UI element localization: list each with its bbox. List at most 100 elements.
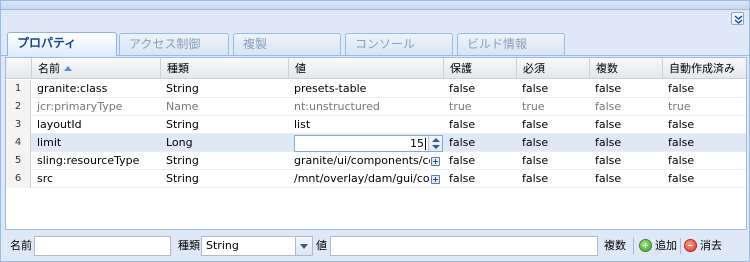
cell-protected: false — [449, 172, 476, 185]
cell-type: Name — [166, 100, 199, 113]
cell-name: granite:class — [37, 82, 108, 95]
cell-name: jcr:primaryType — [37, 100, 123, 113]
table-row[interactable]: 1 granite:class String presets-table fal… — [6, 80, 746, 98]
row-number: 3 — [6, 116, 31, 134]
type-select[interactable]: String — [201, 236, 313, 256]
add-icon — [639, 239, 652, 252]
cell-protected: false — [449, 136, 476, 149]
header-mandatory[interactable]: 必須 — [516, 58, 589, 79]
cell-multiple: false — [595, 100, 622, 113]
collapse-strip — [1, 11, 749, 27]
value-label: 値 — [316, 239, 327, 252]
spin-down-icon[interactable] — [432, 145, 440, 149]
cell-name: src — [37, 172, 54, 185]
cell-autocreated: false — [668, 136, 695, 149]
cell-name: sling:resourceType — [37, 154, 140, 167]
cell-autocreated: true — [668, 100, 691, 113]
cell-mandatory: false — [522, 172, 549, 185]
header-protected[interactable]: 保護 — [443, 58, 516, 79]
row-number: 6 — [6, 170, 31, 188]
cell-name: limit — [37, 136, 62, 149]
table-row[interactable]: 2 jcr:primaryType Name nt:unstructured t… — [6, 98, 746, 116]
name-label: 名前 — [10, 239, 32, 252]
row-number: 2 — [6, 98, 31, 116]
cell-type: String — [166, 172, 199, 185]
cell-value[interactable]: presets-table — [288, 80, 443, 98]
cell-type: String — [166, 118, 199, 131]
header-type[interactable]: 種類 — [160, 58, 288, 79]
row-number: 5 — [6, 152, 31, 170]
tab-replication[interactable]: 複製 — [233, 33, 341, 55]
cell-multiple: false — [595, 118, 622, 131]
add-button[interactable]: 追加 — [639, 237, 681, 255]
text-caret — [425, 138, 426, 150]
collapse-double-chevron-icon[interactable] — [731, 12, 744, 25]
header-rownum — [6, 58, 31, 79]
cell-value: nt:unstructured — [294, 100, 380, 113]
cell-type: String — [166, 154, 199, 167]
panel-header — [1, 1, 749, 10]
delete-icon — [684, 239, 697, 252]
row-number: 1 — [6, 80, 31, 98]
cell-protected: false — [449, 82, 476, 95]
type-select-value: String — [206, 239, 239, 252]
table-row[interactable]: 3 layoutId String list false false false… — [6, 116, 746, 134]
cell-autocreated: false — [668, 154, 695, 167]
cell-type: Long — [166, 136, 193, 149]
cell-mandatory: false — [522, 82, 549, 95]
chevron-down-icon[interactable] — [295, 237, 312, 255]
header-value[interactable]: 値 — [288, 58, 443, 79]
cell-autocreated: false — [668, 172, 695, 185]
table-row[interactable]: 6 src String /mnt/overlay/dam/gui/coral/… — [6, 170, 746, 188]
cell-protected: false — [449, 154, 476, 167]
value-input[interactable] — [330, 236, 598, 256]
properties-panel: プロパティ アクセス制御 複製 コンソール ビルド情報 名前 種類 値 保護 必… — [0, 0, 750, 262]
spinner[interactable] — [428, 136, 442, 151]
tab-build-info[interactable]: ビルド情報 — [457, 33, 565, 55]
delete-button[interactable]: 消去 — [684, 237, 726, 255]
add-button-label: 追加 — [655, 239, 677, 252]
expand-value-icon[interactable] — [431, 157, 440, 166]
spin-up-icon[interactable] — [432, 138, 440, 142]
cell-protected: true — [449, 100, 472, 113]
cell-mandatory: false — [522, 154, 549, 167]
header-name-label: 名前 — [38, 62, 60, 75]
cell-multiple: false — [595, 136, 622, 149]
tab-properties[interactable]: プロパティ — [7, 32, 117, 56]
cell-autocreated: false — [668, 118, 695, 131]
properties-grid: 名前 種類 値 保護 必須 複数 自動作成済み 1 granite:class … — [5, 57, 747, 230]
toolbar-separator — [633, 238, 634, 254]
multi-label: 複数 — [604, 239, 626, 252]
cell-multiple: false — [595, 172, 622, 185]
cell-value[interactable]: list — [288, 116, 443, 134]
toolbar-separator — [680, 238, 681, 254]
table-row[interactable]: 5 sling:resourceType String granite/ui/c… — [6, 152, 746, 170]
cell-type: String — [166, 82, 199, 95]
expand-value-icon[interactable] — [431, 175, 440, 184]
tab-console[interactable]: コンソール — [345, 33, 453, 55]
cell-value[interactable]: granite/ui/components/coral/... — [288, 152, 430, 170]
row-number: 4 — [6, 134, 31, 152]
header-autocreated[interactable]: 自動作成済み — [662, 58, 746, 79]
tab-strip: プロパティ アクセス制御 複製 コンソール ビルド情報 — [1, 29, 749, 56]
value-number-editor[interactable]: 15 — [294, 135, 443, 152]
name-input[interactable] — [34, 236, 171, 256]
table-row-selected[interactable]: 4 limit Long 15 false false false false — [6, 134, 746, 152]
cell-protected: false — [449, 118, 476, 131]
tab-access-control[interactable]: アクセス制御 — [119, 33, 229, 55]
header-multiple[interactable]: 複数 — [589, 58, 662, 79]
sort-ascending-icon — [64, 66, 72, 71]
header-name[interactable]: 名前 — [31, 58, 160, 79]
cell-name: layoutId — [37, 118, 82, 131]
cell-multiple: false — [595, 82, 622, 95]
add-property-toolbar: 名前 種類 String 値 複数 追加 消去 — [1, 231, 749, 261]
cell-autocreated: false — [668, 82, 695, 95]
grid-header: 名前 種類 値 保護 必須 複数 自動作成済み — [6, 58, 746, 79]
value-editor-text[interactable]: 15 — [410, 136, 424, 151]
cell-multiple: false — [595, 154, 622, 167]
cell-mandatory: true — [522, 100, 545, 113]
cell-mandatory: false — [522, 136, 549, 149]
cell-value[interactable]: /mnt/overlay/dam/gui/coral/c... — [288, 170, 430, 188]
delete-button-label: 消去 — [700, 239, 722, 252]
cell-mandatory: false — [522, 118, 549, 131]
